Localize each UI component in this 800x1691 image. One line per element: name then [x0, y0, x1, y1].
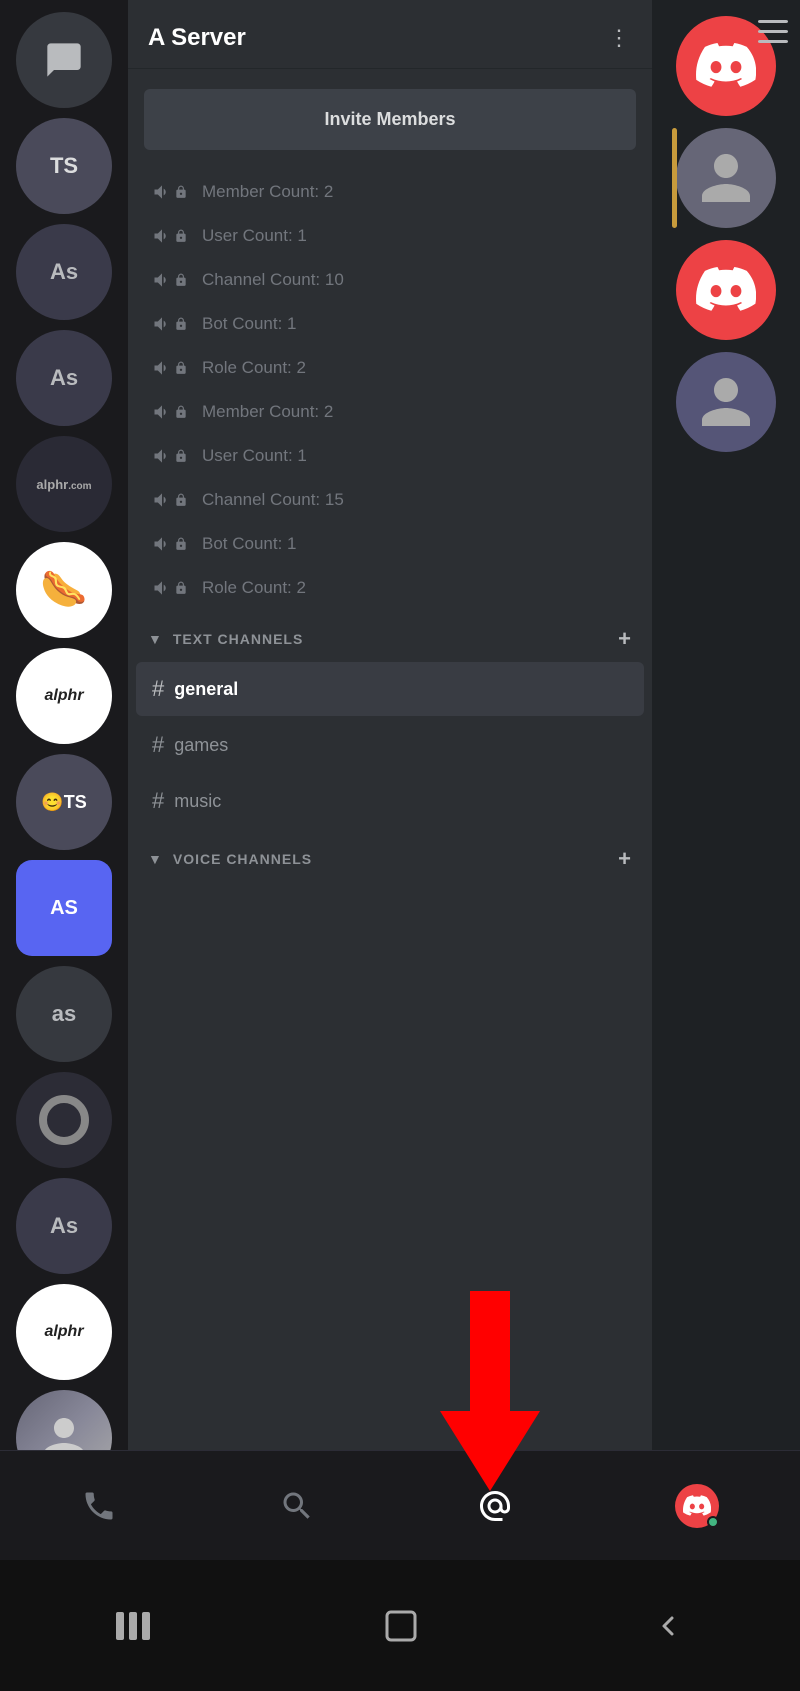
main-panel: A Server ⋮ Invite Members Member Count: …: [128, 0, 652, 1560]
add-voice-channel-button[interactable]: +: [618, 846, 632, 872]
stat-icon-8: [152, 490, 188, 510]
invite-members-button[interactable]: Invite Members: [144, 89, 636, 150]
stat-icon-9: [152, 534, 188, 554]
stat-icon-7: [152, 446, 188, 466]
server-header: A Server ⋮: [128, 0, 652, 69]
member-avatar-discord2[interactable]: [676, 240, 776, 340]
channel-name-general: general: [174, 679, 238, 700]
text-channels-section-header[interactable]: ▼ TEXT CHANNELS +: [128, 610, 652, 660]
stat-icon-5: [152, 358, 188, 378]
android-menu-button[interactable]: [116, 1612, 150, 1640]
channel-name-games: games: [174, 735, 228, 756]
sidebar-item-as1[interactable]: As: [16, 224, 112, 320]
text-channels-label: TEXT CHANNELS: [173, 631, 303, 647]
header-menu-button[interactable]: ⋮: [608, 25, 632, 51]
nav-profile-button[interactable]: [655, 1474, 739, 1538]
sidebar-item-circle[interactable]: [16, 1072, 112, 1168]
stat-bot-count-2: Bot Count: 1: [128, 522, 652, 566]
sidebar-item-alphr[interactable]: alphr: [16, 648, 112, 744]
voice-channels-label: VOICE CHANNELS: [173, 851, 312, 867]
text-channels-chevron: ▼: [148, 631, 163, 647]
stat-icon-1: [152, 182, 188, 202]
stats-list: Member Count: 2 User Count: 1 Channel Co…: [128, 170, 652, 610]
nav-mention-button[interactable]: [457, 1478, 533, 1534]
channel-name-music: music: [174, 791, 221, 812]
channel-music[interactable]: # music: [136, 774, 644, 828]
android-home-button[interactable]: [383, 1608, 419, 1644]
stat-icon-6: [152, 402, 188, 422]
member-avatar-person1[interactable]: [676, 128, 776, 228]
stat-bot-count-1: Bot Count: 1: [128, 302, 652, 346]
stat-member-count-1: Member Count: 2: [128, 170, 652, 214]
hash-icon-general: #: [152, 676, 164, 702]
server-title: A Server: [148, 24, 246, 52]
sidebar-item-alphr-com[interactable]: alphr.com: [16, 436, 112, 532]
member-avatar-person2[interactable]: [676, 352, 776, 452]
hash-icon-music: #: [152, 788, 164, 814]
hash-icon-games: #: [152, 732, 164, 758]
android-back-button[interactable]: [652, 1610, 684, 1642]
bottom-navigation: [0, 1450, 800, 1560]
add-text-channel-button[interactable]: +: [618, 626, 632, 652]
sidebar-item-dm[interactable]: [16, 12, 112, 108]
sidebar-item-ts[interactable]: TS: [16, 118, 112, 214]
stat-channel-count-1: Channel Count: 10: [128, 258, 652, 302]
stat-icon-3: [152, 270, 188, 290]
stat-user-count-1: User Count: 1: [128, 214, 652, 258]
channel-games[interactable]: # games: [136, 718, 644, 772]
gold-bar: [672, 128, 677, 228]
stat-icon-4: [152, 314, 188, 334]
sidebar-item-as2[interactable]: As: [16, 330, 112, 426]
nav-calls-button[interactable]: [61, 1478, 137, 1534]
stat-user-count-2: User Count: 1: [128, 434, 652, 478]
sidebar-item-as-active[interactable]: AS: [16, 860, 112, 956]
server-sidebar: TS As As alphr.com 🌭 alphr 😊TS AS as As …: [0, 0, 128, 1560]
sidebar-item-ts-emoji[interactable]: 😊TS: [16, 754, 112, 850]
right-panel: [652, 0, 800, 1560]
android-navigation-bar: [0, 1560, 800, 1691]
stat-role-count-1: Role Count: 2: [128, 346, 652, 390]
stat-icon-10: [152, 578, 188, 598]
channel-general[interactable]: # general: [136, 662, 644, 716]
stat-member-count-2: Member Count: 2: [128, 390, 652, 434]
hamburger-menu-button[interactable]: [758, 20, 788, 51]
sidebar-item-as-dark[interactable]: as: [16, 966, 112, 1062]
voice-channels-section-header[interactable]: ▼ VOICE CHANNELS +: [128, 830, 652, 880]
nav-search-button[interactable]: [259, 1478, 335, 1534]
stat-icon-2: [152, 226, 188, 246]
sidebar-item-alphr2[interactable]: alphr: [16, 1284, 112, 1380]
stat-role-count-2: Role Count: 2: [128, 566, 652, 610]
voice-channels-chevron: ▼: [148, 851, 163, 867]
stat-channel-count-2: Channel Count: 15: [128, 478, 652, 522]
sidebar-item-bread[interactable]: 🌭: [16, 542, 112, 638]
sidebar-item-as3[interactable]: As: [16, 1178, 112, 1274]
